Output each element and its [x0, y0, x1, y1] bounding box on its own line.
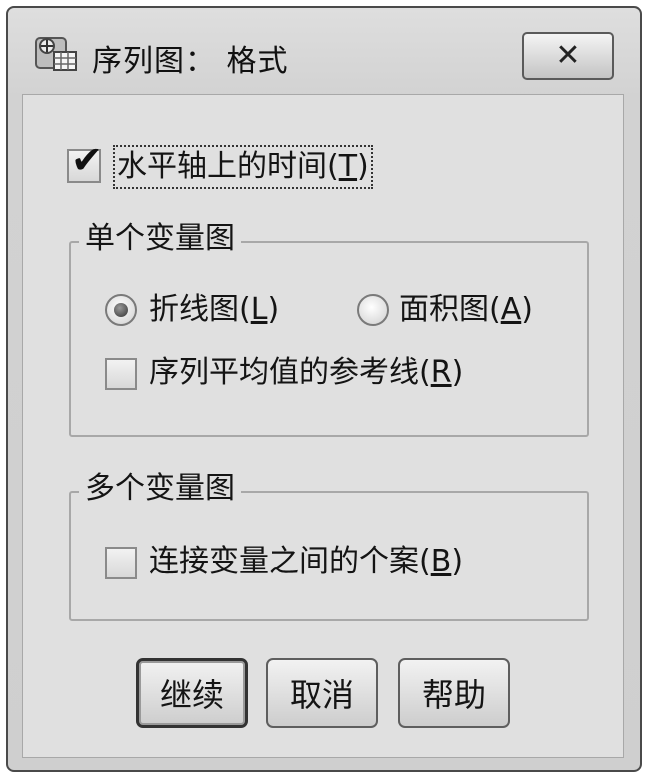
continue-button[interactable]: 继续 — [136, 658, 248, 728]
title-bar[interactable]: 序列图： 格式 ✕ — [8, 8, 640, 94]
label-end: ) — [267, 292, 280, 327]
label-text: 面积图( — [399, 292, 501, 327]
radio-selected-dot — [114, 303, 128, 317]
label-text: 连接变量之间的个案( — [149, 544, 431, 579]
mnemonic-key: B — [430, 544, 452, 579]
window-title: 序列图： 格式 — [92, 44, 289, 79]
label-text: 折线图( — [149, 292, 251, 327]
label-end: ) — [521, 292, 533, 327]
area-chart-radio[interactable] — [357, 294, 389, 326]
help-button[interactable]: 帮助 — [398, 658, 510, 728]
connect-cases-label[interactable]: 连接变量之间的个案(B) — [149, 542, 463, 582]
label-end: ) — [357, 149, 369, 184]
close-icon: ✕ — [555, 38, 581, 73]
mnemonic-key: R — [430, 355, 452, 390]
connect-cases-checkbox[interactable] — [105, 547, 137, 579]
series-mean-reference-line-label[interactable]: 序列平均值的参考线(R) — [149, 353, 463, 393]
label-end: ) — [451, 355, 464, 390]
line-chart-radio[interactable] — [105, 294, 137, 326]
time-on-horizontal-axis-checkbox[interactable]: ✔ — [67, 141, 103, 183]
cancel-button[interactable]: 取消 — [266, 658, 378, 728]
mnemonic-key: A — [500, 292, 522, 327]
mnemonic-key: T — [338, 149, 358, 184]
sequence-chart-format-dialog: 序列图： 格式 ✕ ✔ 水平轴上的时间(T) 单个变量图 折线图(L) 面积图(… — [6, 6, 642, 772]
chart-grid-icon — [35, 37, 77, 71]
label-text: 序列平均值的参考线( — [149, 355, 431, 390]
label-text: 水平轴上的时间( — [117, 149, 339, 184]
line-chart-label[interactable]: 折线图(L) — [149, 290, 279, 330]
single-variable-chart-group — [69, 241, 589, 437]
time-on-horizontal-axis-label[interactable]: 水平轴上的时间(T) — [113, 145, 373, 189]
checkmark-icon: ✔ — [71, 138, 103, 182]
series-mean-reference-line-checkbox[interactable] — [105, 358, 137, 390]
multi-variable-chart-title: 多个变量图 — [79, 469, 241, 509]
close-button[interactable]: ✕ — [522, 32, 614, 80]
mnemonic-key: L — [250, 292, 268, 327]
single-variable-chart-title: 单个变量图 — [79, 219, 241, 259]
area-chart-label[interactable]: 面积图(A) — [399, 290, 533, 330]
label-end: ) — [451, 544, 464, 579]
